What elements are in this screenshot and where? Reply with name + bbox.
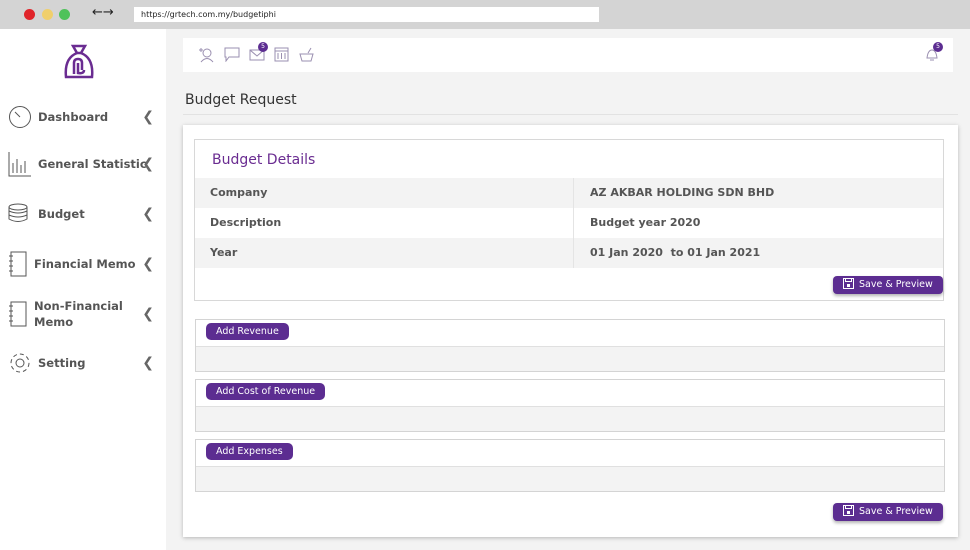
page-title: Budget Request	[185, 92, 297, 108]
detail-label: Company	[210, 186, 268, 199]
detail-label: Year	[210, 246, 238, 259]
url-bar[interactable]: https://grtech.com.my/budgetiphi	[134, 7, 599, 22]
add-expenses-button[interactable]: Add Expenses	[206, 443, 293, 460]
money-bag-logo	[64, 44, 94, 79]
budget-details-panel: Budget Details Company AZ AKBAR HOLDING S…	[194, 139, 944, 301]
calendar-icon[interactable]	[274, 47, 289, 62]
sidebar-item-label: Dashboard	[38, 110, 109, 124]
close-window-button[interactable]	[24, 9, 35, 20]
sidebar-item-label: Budget	[38, 207, 85, 221]
divider	[183, 114, 958, 115]
coins-icon	[8, 203, 28, 222]
maximize-window-button[interactable]	[59, 9, 70, 20]
sidebar-item-label: Financial Memo	[34, 257, 136, 271]
sidebar-item-financial-memo[interactable]: Financial Memo ❮	[0, 251, 166, 277]
sidebar-item-general-statistic[interactable]: General Statistic ❮	[0, 151, 166, 177]
chevron-left-icon: ❮	[142, 355, 154, 371]
revenue-section: Add Revenue	[195, 319, 945, 372]
sidebar-item-label: General Statistic	[38, 157, 147, 171]
detail-value: Budget year 2020	[590, 216, 701, 229]
notifications-button[interactable]: 5	[924, 42, 943, 66]
notification-badge: 5	[933, 42, 943, 52]
save-preview-label: Save & Preview	[859, 506, 933, 517]
detail-row-company: Company AZ AKBAR HOLDING SDN BHD	[195, 178, 943, 208]
sidebar-item-label: Setting	[38, 356, 86, 370]
save-preview-button[interactable]: Save & Preview	[833, 276, 943, 294]
save-preview-label: Save & Preview	[859, 279, 933, 290]
detail-value: AZ AKBAR HOLDING SDN BHD	[590, 186, 775, 199]
sidebar-item-label-line2: Memo	[34, 315, 74, 329]
chat-icon[interactable]	[224, 47, 240, 62]
floppy-disk-icon	[843, 505, 854, 516]
basket-icon[interactable]	[299, 47, 314, 62]
sidebar-item-label: Non-Financial	[34, 299, 123, 313]
budget-details-title: Budget Details	[212, 152, 316, 168]
save-preview-button-bottom[interactable]: Save & Preview	[833, 503, 943, 521]
mail-badge: 5	[258, 42, 268, 52]
add-cost-of-revenue-button[interactable]: Add Cost of Revenue	[206, 383, 326, 400]
add-user-icon[interactable]	[198, 47, 216, 63]
sidebar-item-non-financial-memo[interactable]: Non-Financial Memo ❮	[0, 299, 166, 329]
notebook-icon	[9, 301, 27, 327]
top-toolbar: 5 5	[183, 38, 953, 72]
chevron-left-icon: ❮	[142, 109, 154, 125]
sidebar-item-dashboard[interactable]: Dashboard ❮	[0, 105, 166, 129]
cost-of-revenue-section: Add Cost of Revenue	[195, 379, 945, 432]
chevron-left-icon: ❮	[142, 256, 154, 272]
chevron-left-icon: ❮	[142, 306, 154, 322]
gauge-icon	[9, 106, 31, 128]
expenses-section: Add Expenses	[195, 439, 945, 492]
sidebar-item-budget[interactable]: Budget ❮	[0, 202, 166, 226]
budget-card: Budget Details Company AZ AKBAR HOLDING S…	[183, 125, 958, 537]
detail-label: Description	[210, 216, 282, 229]
notebook-icon	[9, 251, 27, 277]
detail-row-description: Description Budget year 2020	[195, 208, 943, 238]
chevron-left-icon: ❮	[142, 156, 154, 172]
back-forward-arrows[interactable]: ←→	[92, 5, 114, 20]
sidebar-item-setting[interactable]: Setting ❮	[0, 351, 166, 375]
detail-value: 01 Jan 2020 to 01 Jan 2021	[590, 246, 761, 259]
add-revenue-button[interactable]: Add Revenue	[206, 323, 289, 340]
detail-row-year: Year 01 Jan 2020 to 01 Jan 2021	[195, 238, 943, 268]
gear-icon	[10, 353, 30, 373]
floppy-disk-icon	[843, 278, 854, 289]
chevron-left-icon: ❮	[142, 206, 154, 222]
mail-button[interactable]: 5	[249, 42, 268, 66]
browser-chrome: ←→ https://grtech.com.my/budgetiphi	[0, 0, 970, 29]
sidebar: Dashboard ❮ General Statistic ❮ Budget ❮ Fi…	[0, 29, 166, 550]
minimize-window-button[interactable]	[42, 9, 53, 20]
chart-icon	[8, 152, 31, 177]
